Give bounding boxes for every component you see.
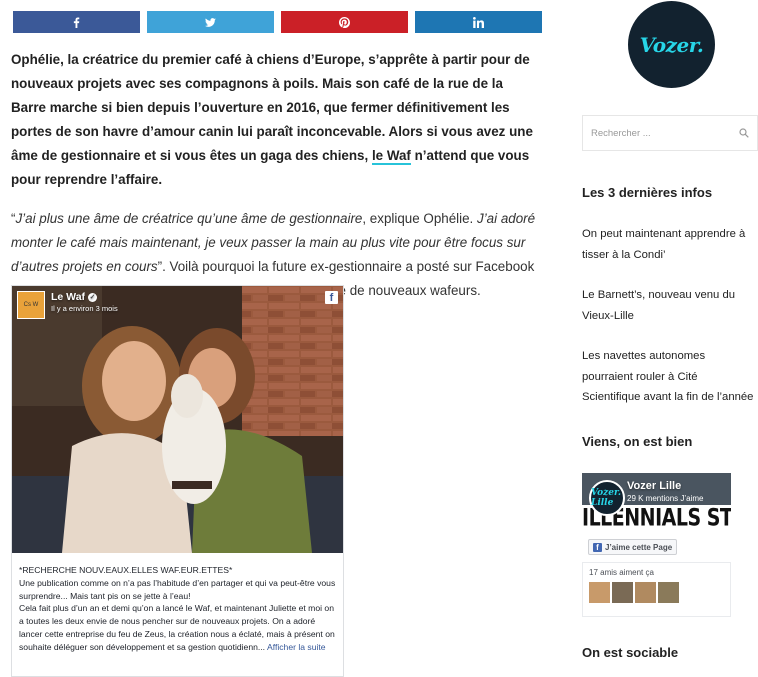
- share-linkedin-button[interactable]: [415, 11, 542, 33]
- share-facebook-button[interactable]: [13, 11, 140, 33]
- latest-news-title: Les 3 dernières infos: [582, 185, 713, 200]
- news-item-line: pourraient rouler à Cité: [582, 370, 698, 383]
- le-waf-avatar[interactable]: Cs W: [17, 291, 45, 319]
- facebook-icon: f: [593, 542, 602, 552]
- facebook-post-embed[interactable]: Cs W Le Waf ✓ Il y a environ 3 mois f *RE…: [11, 285, 344, 677]
- friend-avatar[interactable]: [589, 582, 610, 603]
- quote-attribution: , explique Ophélie.: [362, 211, 477, 226]
- share-bar: [13, 11, 542, 33]
- news-item[interactable]: On peut maintenant apprendre à tisser à …: [582, 224, 758, 265]
- facebook-post-header: Cs W Le Waf ✓ Il y a environ 3 mois f: [17, 291, 338, 319]
- friends-like-box: 17 amis aiment ça: [582, 562, 731, 617]
- news-item[interactable]: Les navettes autonomes pourraient rouler…: [582, 346, 758, 408]
- news-item-line: Le Barnett’s, nouveau venu du: [582, 289, 736, 301]
- share-twitter-button[interactable]: [147, 11, 274, 33]
- lead-text: Ophélie, la créatrice du premier café à …: [11, 52, 533, 163]
- post-text-line: Cela fait plus d’un an et demi qu’on a l…: [19, 602, 336, 653]
- news-item-line: Les navettes autonomes: [582, 350, 706, 362]
- facebook-page-plugin[interactable]: ILLENNIALS STU Vozer. Lille Vozer Lille …: [582, 473, 731, 617]
- social-title: On est sociable: [582, 645, 679, 660]
- verified-icon: ✓: [88, 292, 98, 302]
- search-box: [582, 115, 758, 151]
- friend-avatar[interactable]: [612, 582, 633, 603]
- le-waf-link[interactable]: le Waf: [371, 148, 411, 165]
- vozer-logo[interactable]: Vozer.: [628, 1, 715, 88]
- twitter-icon: [205, 17, 216, 27]
- article-lead: Ophélie, la créatrice du premier café à …: [11, 48, 541, 192]
- news-item-line: On peut maintenant apprendre à: [582, 228, 746, 240]
- like-page-button[interactable]: f J’aime cette Page: [588, 539, 678, 555]
- facebook-page-cover[interactable]: ILLENNIALS STU Vozer. Lille Vozer Lille …: [582, 473, 731, 558]
- facebook-page-name[interactable]: Vozer Lille: [627, 480, 681, 492]
- post-timestamp[interactable]: Il y a environ 3 mois: [51, 304, 118, 313]
- facebook-page-likes: 29 K mentions J’aime: [627, 494, 704, 503]
- news-item[interactable]: Le Barnett’s, nouveau venu du Vieux-Lill…: [582, 285, 758, 326]
- facebook-page-name[interactable]: Le Waf: [51, 291, 85, 303]
- post-photo-image: [12, 286, 343, 553]
- facebook-post-text: *RECHERCHE NOUV.EAUX.ELLES WAF.EUR.ETTES…: [12, 553, 343, 654]
- news-item-line: tisser à la Condi’: [582, 248, 666, 261]
- facebook-post-photo[interactable]: Cs W Le Waf ✓ Il y a environ 3 mois f: [12, 286, 343, 553]
- quote-one: J’ai plus une âme de créatrice qu’une âm…: [15, 211, 363, 226]
- news-item-line: Scientifique avant la fin de l’année: [582, 391, 754, 403]
- see-more-link[interactable]: Afficher la suite: [267, 642, 326, 652]
- article-body: Ophélie, la créatrice du premier café à …: [11, 48, 541, 303]
- post-text-line: *RECHERCHE NOUV.EAUX.ELLES WAF.EUR.ETTES…: [19, 565, 233, 575]
- linkedin-icon: [473, 16, 484, 28]
- search-input[interactable]: [591, 127, 739, 139]
- like-page-label: J’aime cette Page: [605, 542, 673, 552]
- news-item-line: Vieux-Lille: [582, 309, 634, 322]
- friend-avatar[interactable]: [635, 582, 656, 603]
- post-text-line: Une publication comme on n’a pas l’habit…: [19, 577, 336, 601]
- friends-count: 17 amis aiment ça: [589, 568, 654, 577]
- friend-avatars: [589, 582, 724, 603]
- search-icon[interactable]: [739, 128, 749, 138]
- share-pinterest-button[interactable]: [281, 11, 408, 33]
- facebook-icon: [73, 16, 80, 28]
- viens-title: Viens, on est bien: [582, 434, 693, 449]
- vozer-page-avatar[interactable]: Vozer. Lille: [589, 480, 625, 516]
- le-waf-avatar-label: Cs W: [23, 302, 39, 308]
- facebook-icon[interactable]: f: [325, 291, 338, 304]
- friend-avatar[interactable]: [658, 582, 679, 603]
- pinterest-icon: [339, 16, 350, 28]
